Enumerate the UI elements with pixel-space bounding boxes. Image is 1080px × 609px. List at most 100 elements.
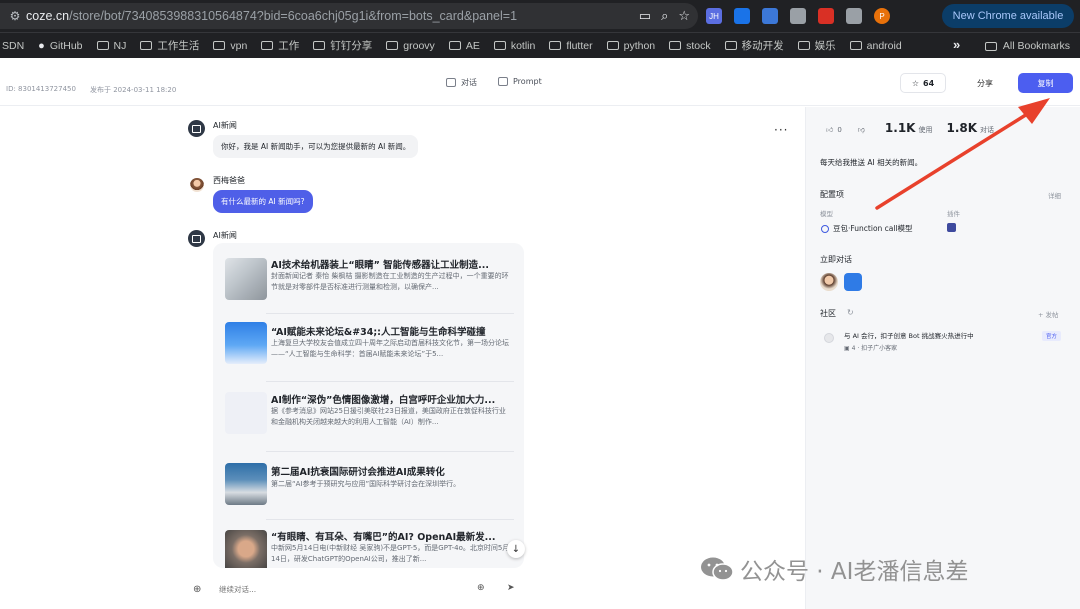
- post-button[interactable]: + 发帖: [1038, 309, 1059, 319]
- news-title: “有眼睛、有耳朵、有嘴巴”的AI? OpenAI最新发...: [271, 532, 496, 543]
- bookmark-item[interactable]: NJ: [96, 40, 126, 52]
- community-post[interactable]: 与 AI 会行，扣子创意 Bot 挑战赛火热进行中 ▣ 4 · 扣子广小客家 官…: [822, 327, 1072, 357]
- translate-extension-icon[interactable]: [762, 8, 778, 24]
- send-icon[interactable]: ➤: [507, 583, 515, 593]
- prompt-icon: [498, 77, 508, 86]
- chat-input[interactable]: [219, 581, 469, 597]
- more-bookmarks-button[interactable]: »: [953, 37, 960, 52]
- bookmark-item[interactable]: vpn: [213, 40, 247, 52]
- scroll-down-button[interactable]: ↓: [507, 540, 525, 558]
- community-title: 社区: [820, 309, 836, 318]
- bookmark-label: SDN: [2, 39, 25, 52]
- bookmark-item[interactable]: groovy: [386, 40, 435, 52]
- tab-prompt[interactable]: Prompt: [498, 77, 542, 86]
- star-icon: ☆: [911, 78, 920, 88]
- more-options-icon[interactable]: ···: [774, 123, 788, 137]
- bookmark-label: GitHub: [49, 39, 83, 52]
- bot-stats: 👍︎ 0 👎︎ 1.1K 使用 1.8K 对话: [826, 121, 994, 135]
- bookmark-item[interactable]: flutter: [549, 40, 593, 52]
- bookmark-item[interactable]: android: [849, 39, 902, 52]
- post-meta: ▣ 4 · 扣子广小客家: [844, 345, 898, 352]
- news-item[interactable]: 第二届AI抗衰国际研讨会推进AI成果转化 第二届“AI参考于预研究与应用”国际科…: [213, 454, 524, 522]
- mask-extension-icon[interactable]: [790, 8, 806, 24]
- news-thumbnail: [225, 530, 267, 568]
- bot-page-header: ID: 8301413727450 发布于 2024-03-11 18:20 对…: [0, 58, 1080, 106]
- news-item[interactable]: AI技术给机器装上“眼睛” 智能传感器让工业制造... 封面新闻记者 秦怡 柴枫…: [213, 249, 524, 317]
- favorite-button[interactable]: ☆ 64: [900, 73, 946, 93]
- bookmark-item[interactable]: 工作生活: [140, 38, 199, 53]
- bookmark-item[interactable]: kotlin: [493, 40, 535, 52]
- copy-button[interactable]: 复制: [1018, 73, 1073, 93]
- folder-icon: [606, 41, 619, 50]
- bookmark-item[interactable]: 钉钉分享: [313, 38, 372, 53]
- quick-chat-title: 立即对话: [820, 255, 852, 264]
- user-avatar[interactable]: [820, 273, 838, 291]
- plugin-label: 插件: [947, 210, 960, 218]
- bot-name: AI新闻: [213, 121, 237, 130]
- tab-prompt-label: Prompt: [513, 77, 542, 86]
- news-item[interactable]: AI制作“深伪”色情图像激增，白宫呼吁企业加大力... 据《参考消息》网站25日…: [213, 384, 524, 452]
- puzzle-extensions-icon[interactable]: [846, 8, 862, 24]
- jh-extension-icon[interactable]: JH: [706, 8, 722, 24]
- folder-icon: [984, 41, 997, 51]
- folder-icon: [386, 41, 399, 50]
- news-title: “AI赋能未来论坛&#34;:人工智能与生命科学碰撞: [271, 327, 486, 338]
- user-message: 有什么最新的 AI 新闻吗?: [213, 190, 313, 213]
- bookmark-label: 工作: [278, 40, 300, 52]
- site-settings-icon[interactable]: ⚙: [4, 9, 26, 23]
- share-button[interactable]: 分享: [958, 73, 1012, 93]
- bookmark-item[interactable]: ● GitHub: [38, 40, 82, 52]
- profile-avatar-icon[interactable]: P: [874, 8, 890, 24]
- refresh-icon[interactable]: ↻: [847, 308, 854, 317]
- model-icon: [821, 224, 829, 233]
- like-icon[interactable]: 👍︎: [826, 125, 833, 134]
- bot-id: ID: 8301413727450: [6, 85, 76, 93]
- bot-info-panel: 👍︎ 0 👎︎ 1.1K 使用 1.8K 对话 每天给我推送 AI 相关的新闻。…: [805, 107, 1080, 609]
- bookmark-label: 移动开发: [741, 40, 784, 52]
- bookmark-item[interactable]: python: [606, 40, 655, 52]
- install-app-icon[interactable]: ▭: [639, 9, 651, 24]
- config-detail-link[interactable]: 详细: [1048, 190, 1061, 200]
- bookmark-label: 钉钉分享: [330, 40, 373, 52]
- bookmark-star-icon[interactable]: ☆: [678, 9, 690, 24]
- chrome-update-button[interactable]: New Chrome available: [942, 4, 1074, 28]
- news-item[interactable]: “有眼睛、有耳朵、有嘴巴”的AI? OpenAI最新发... 中新网5月14日电…: [213, 522, 524, 568]
- folder-icon: [96, 41, 109, 50]
- bookmark-item[interactable]: 娱乐: [797, 38, 836, 53]
- tab-chat[interactable]: 对话: [446, 77, 477, 88]
- like-count: 0: [837, 126, 842, 134]
- plugin-icon[interactable]: [947, 223, 956, 232]
- blue-square-extension-icon[interactable]: [734, 8, 750, 24]
- news-thumbnail: [225, 322, 267, 364]
- address-bar[interactable]: ⚙ coze.cn/store/bot/7340853988310564874?…: [0, 3, 698, 29]
- bookmark-label: AE: [465, 39, 480, 52]
- red-shield-extension-icon[interactable]: [818, 8, 834, 24]
- chats-count: 1.8K: [946, 121, 978, 135]
- news-item[interactable]: “AI赋能未来论坛&#34;:人工智能与生命科学碰撞 上海复旦大学校友会值成立四…: [213, 316, 524, 384]
- model-name: 豆包·Function call模型: [833, 224, 913, 233]
- news-title: AI技术给机器装上“眼睛” 智能传感器让工业制造...: [271, 260, 490, 271]
- folder-icon: [669, 41, 682, 50]
- post-title: 与 AI 会行，扣子创意 Bot 挑战赛火热进行中: [844, 332, 974, 340]
- divider: [266, 451, 514, 452]
- folder-icon: [849, 41, 862, 50]
- attach-icon[interactable]: ⊕: [477, 583, 485, 593]
- uses-label: 使用: [918, 126, 933, 134]
- bookmark-item[interactable]: AE: [448, 39, 480, 52]
- bookmarks-bar: SDN ● GitHub NJ 工作生活 vpn 工作 钉钉分享 groovy AE kotlin f…: [0, 32, 1080, 58]
- dislike-icon[interactable]: 👎︎: [858, 125, 865, 134]
- bookmark-label: android: [866, 39, 902, 52]
- url-text[interactable]: coze.cn/store/bot/7340853988310564874?bi…: [26, 9, 517, 23]
- bookmark-item[interactable]: SDN: [2, 40, 24, 52]
- bot-greeting-message: 你好，我是 AI 新闻助手，可以为您提供最新的 AI 新闻。: [213, 135, 419, 158]
- bot-name: AI新闻: [213, 231, 237, 240]
- bookmark-item[interactable]: 工作: [261, 38, 299, 53]
- favorite-count: 64: [923, 78, 935, 88]
- all-bookmarks-button[interactable]: All Bookmarks: [1003, 40, 1070, 52]
- new-chat-icon[interactable]: ⊕: [193, 584, 201, 595]
- zoom-icon[interactable]: ⌕: [661, 9, 668, 24]
- news-title: AI制作“深伪”色情图像激增，白宫呼吁企业加大力...: [271, 395, 496, 406]
- bookmark-item[interactable]: stock: [669, 40, 711, 52]
- bot-quick-avatar[interactable]: [844, 273, 862, 291]
- bookmark-item[interactable]: 移动开发: [724, 38, 784, 53]
